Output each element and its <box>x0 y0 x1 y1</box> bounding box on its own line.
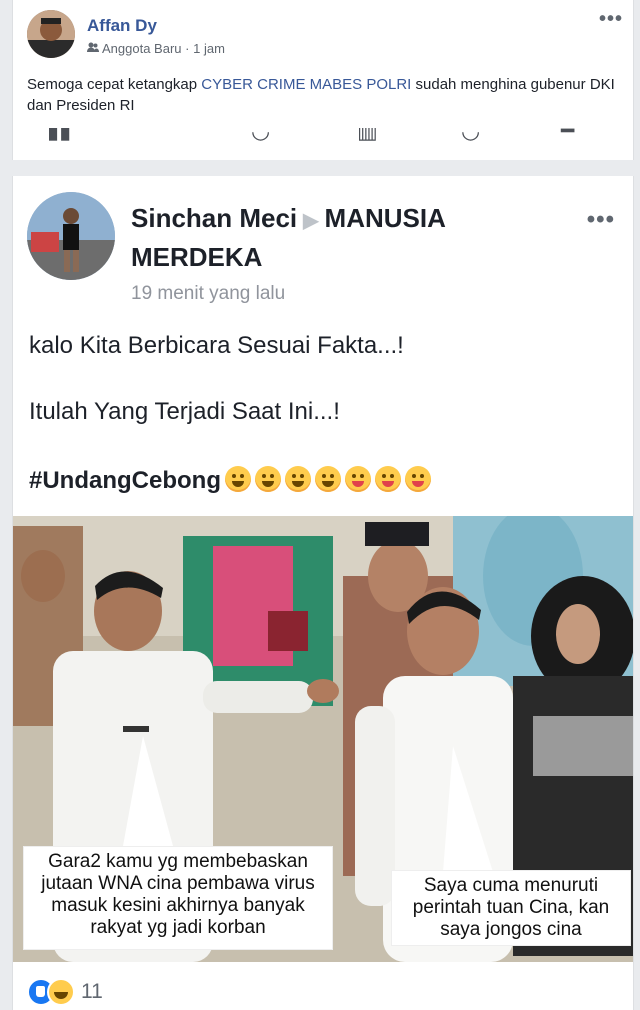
commenter-meta: Anggota Baru · 1 jam <box>87 41 225 56</box>
grinning-face-icon <box>255 466 281 492</box>
commenter-name[interactable]: Affan Dy <box>87 16 157 36</box>
reaction-summary[interactable]: 11 <box>27 978 103 1008</box>
share-action-icon[interactable]: ▥ <box>357 128 378 144</box>
post-header: Sinchan Meci ▶ MANUSIA MERDEKA <box>131 200 571 275</box>
member-role: Anggota Baru <box>102 41 182 56</box>
menu-action-icon[interactable]: ━ <box>561 128 574 144</box>
commenter-avatar[interactable] <box>27 10 75 58</box>
winking-tongue-face-icon <box>375 466 401 492</box>
caption-left: Gara2 kamu yg membebaskan jutaan WNA cin… <box>23 846 333 950</box>
tongue-face-icon <box>345 466 371 492</box>
haha-icon <box>47 978 75 1006</box>
group-member-icon <box>87 41 99 56</box>
emoji-row <box>225 466 435 499</box>
comment-highlight-link[interactable]: CYBER CRIME MABES POLRI <box>201 76 411 93</box>
reaction-count: 11 <box>81 980 103 1003</box>
post-text-line-2: Itulah Yang Terjadi Saat Ini...! <box>29 398 340 425</box>
rolling-laughing-face-icon <box>315 466 341 492</box>
like-action-icon[interactable]: ▮▮ <box>47 128 71 144</box>
caption-right: Saya cuma menuruti perintah tuan Cina, k… <box>391 870 631 946</box>
post-photo[interactable]: Gara2 kamu yg membebaskan jutaan WNA cin… <box>13 516 633 962</box>
post-timestamp[interactable]: 19 menit yang lalu <box>131 283 285 305</box>
smiling-face-icon <box>225 466 251 492</box>
post-author-avatar[interactable] <box>27 192 115 280</box>
meta-separator: · <box>185 41 190 56</box>
comment-card: Affan Dy Anggota Baru · 1 jam ••• Semoga… <box>12 0 634 160</box>
tongue-face-icon <box>405 466 431 492</box>
comment-text-start: Semoga cepat ketangkap <box>27 76 202 93</box>
comment-text: Semoga cepat ketangkap CYBER CRIME MABES… <box>27 74 627 116</box>
hashtag-link[interactable]: #UndangCebong <box>29 467 221 494</box>
cut-off-action-bar: ▮▮ ◡ ▥ ◡ ━ <box>13 128 633 144</box>
post-more-options-icon[interactable]: ••• <box>587 206 615 234</box>
post-author-name[interactable]: Sinchan Meci <box>131 203 297 233</box>
react-action-icon[interactable]: ◡ <box>461 128 480 144</box>
comment-time[interactable]: 1 jam <box>193 41 225 56</box>
arrow-right-icon: ▶ <box>303 210 319 232</box>
post-card: Sinchan Meci ▶ MANUSIA MERDEKA ••• 19 meni… <box>12 176 634 1010</box>
more-options-icon[interactable]: ••• <box>599 8 623 31</box>
comment-action-icon[interactable]: ◡ <box>251 128 270 144</box>
post-text-line-1: kalo Kita Berbicara Sesuai Fakta...! <box>29 332 404 359</box>
post-hashtag-line: #UndangCebong <box>29 466 435 499</box>
beaming-face-icon <box>285 466 311 492</box>
